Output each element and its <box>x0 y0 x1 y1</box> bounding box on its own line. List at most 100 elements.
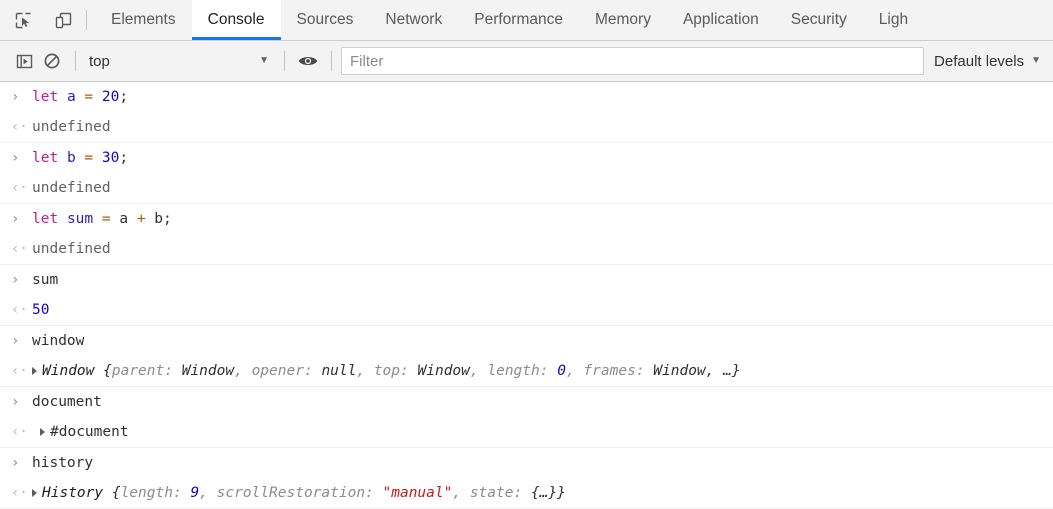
console-input-row[interactable]: › let b = 30; <box>0 143 1053 173</box>
chevron-down-icon: ▼ <box>259 55 269 66</box>
prompt-in-icon: › <box>11 89 20 105</box>
console-message-text: #document <box>32 417 129 447</box>
devtools-tabs: Elements Console Sources Network Perform… <box>95 0 1053 40</box>
token: a <box>66 89 76 105</box>
console-message-text: let sum = a + b; <box>32 204 172 234</box>
console-message-list[interactable]: › let a = 20; ‹· undefined › let b = 30; ‹· und… <box>0 82 1053 509</box>
console-input-row[interactable]: › history <box>0 448 1053 478</box>
prompt-in-icon: › <box>11 272 20 288</box>
token: : <box>400 363 418 379</box>
console-message-text: undefined <box>32 112 111 142</box>
token: Window <box>181 363 235 379</box>
token: 30 <box>101 150 120 166</box>
token: , <box>565 363 584 379</box>
tab-label: Application <box>682 11 759 28</box>
toolbar-divider-2 <box>284 51 285 71</box>
console-message-text: let b = 30; <box>32 143 128 173</box>
token: , …} <box>705 363 741 379</box>
token: top <box>373 363 401 379</box>
console-output-row[interactable]: ‹· undefined <box>0 173 1053 204</box>
token: length <box>487 363 540 379</box>
prompt-out-icon: ‹· <box>11 363 28 379</box>
console-output-row[interactable]: ‹· History {length: 9, scrollRestoration:… <box>0 478 1053 509</box>
expand-triangle-icon[interactable] <box>32 367 37 375</box>
tab-elements[interactable]: Elements <box>95 0 192 40</box>
token: : <box>303 363 322 379</box>
tab-security[interactable]: Security <box>775 0 863 40</box>
token: undefined <box>32 119 111 135</box>
console-message-text: window <box>32 326 84 356</box>
token: a <box>119 211 129 227</box>
token: ; <box>119 150 129 166</box>
token: , <box>469 363 488 379</box>
tab-label: Sources <box>296 11 354 28</box>
prompt-out-icon: ‹· <box>11 241 28 257</box>
expand-triangle-icon[interactable] <box>40 428 45 436</box>
token: : <box>365 485 383 501</box>
token: state <box>469 485 514 501</box>
token: let <box>32 150 59 166</box>
devtools-left-icons <box>0 0 82 40</box>
token: Window <box>653 363 706 379</box>
console-output-row[interactable]: ‹· 50 <box>0 295 1053 326</box>
token: , <box>452 485 470 501</box>
console-output-row[interactable]: ‹· undefined <box>0 112 1053 143</box>
console-input-row[interactable]: › document <box>0 387 1053 417</box>
prompt-out-icon: ‹· <box>11 485 28 501</box>
filter-input[interactable] <box>341 47 925 75</box>
console-sidebar-icon[interactable] <box>10 47 38 75</box>
tab-performance[interactable]: Performance <box>458 0 579 40</box>
tab-application[interactable]: Application <box>667 0 775 40</box>
token: b <box>66 150 76 166</box>
tab-label: Security <box>790 11 847 28</box>
token: opener <box>251 363 304 379</box>
execution-context-select[interactable]: top ▼ <box>85 48 275 74</box>
token: length <box>120 485 173 501</box>
token: , <box>356 363 374 379</box>
token: 0 <box>557 363 566 379</box>
prompt-in-icon: › <box>11 333 20 349</box>
token: undefined <box>32 241 111 257</box>
tab-console[interactable]: Console <box>191 0 281 40</box>
console-input-row[interactable]: › window <box>0 326 1053 356</box>
console-message-text: document <box>32 387 102 417</box>
tab-network[interactable]: Network <box>369 0 458 40</box>
tab-label: Ligh <box>878 11 909 28</box>
tab-lighthouse[interactable]: Ligh <box>863 0 924 40</box>
token: : <box>539 363 558 379</box>
console-message-text: History {length: 9, scrollRestoration: "… <box>32 478 566 508</box>
expand-triangle-icon[interactable] <box>32 489 37 497</box>
token: 20 <box>101 89 120 105</box>
log-levels-select[interactable]: Default levels ▼ <box>934 53 1045 70</box>
tab-memory[interactable]: Memory <box>579 0 667 40</box>
eye-icon[interactable] <box>294 47 322 75</box>
tab-label: Console <box>207 11 265 28</box>
device-toolbar-icon[interactable] <box>50 7 76 33</box>
inspect-element-icon[interactable] <box>10 7 36 33</box>
token: sum <box>32 272 59 288</box>
tab-sources[interactable]: Sources <box>281 0 370 40</box>
token: = <box>101 211 111 227</box>
token: Window <box>417 363 470 379</box>
console-input-row[interactable]: › sum <box>0 265 1053 295</box>
toolbar-divider-3 <box>331 51 332 71</box>
clear-console-icon[interactable] <box>38 47 66 75</box>
console-output-row[interactable]: ‹· undefined <box>0 234 1053 265</box>
token: : <box>635 363 654 379</box>
token: , <box>234 363 252 379</box>
console-output-row[interactable]: ‹· #document <box>0 417 1053 448</box>
token: Window <box>42 363 95 379</box>
token: let <box>32 89 59 105</box>
console-input-row[interactable]: › let a = 20; <box>0 82 1053 112</box>
token: history <box>32 455 94 471</box>
console-output-row[interactable]: ‹· Window {parent: Window, opener: null, … <box>0 356 1053 387</box>
console-input-row[interactable]: › let sum = a + b; <box>0 204 1053 234</box>
tabbar-divider <box>86 10 87 30</box>
